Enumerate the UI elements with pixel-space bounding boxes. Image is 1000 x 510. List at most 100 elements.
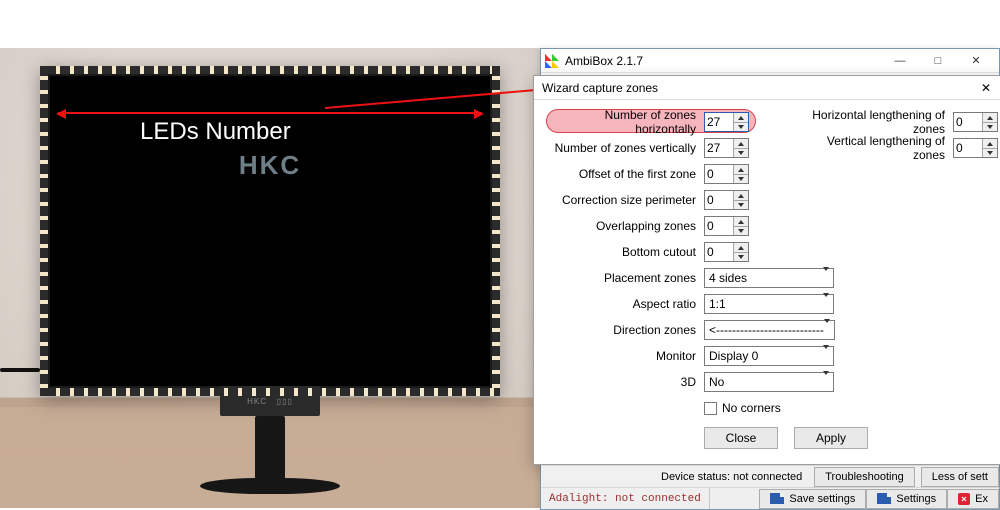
select-monitor-value: Display 0 — [709, 349, 758, 363]
select-placement[interactable]: 4 sides — [704, 268, 834, 288]
label-zones-h: Number of zones horizontally — [544, 108, 704, 136]
spin-up-icon[interactable] — [734, 243, 748, 252]
spin-up-icon[interactable] — [734, 113, 748, 122]
label-3d: 3D — [544, 375, 704, 389]
spin-down-icon[interactable] — [734, 226, 748, 235]
input-cutout[interactable] — [705, 243, 733, 261]
spinner-cutout[interactable] — [704, 242, 749, 262]
spinner-zones-h[interactable] — [704, 112, 749, 132]
save-settings-label: Save settings — [789, 493, 855, 505]
exit-label: Ex — [975, 493, 988, 505]
adalight-status: Adalight: not connected — [541, 488, 710, 509]
spinner-corr[interactable] — [704, 190, 749, 210]
label-cutout: Bottom cutout — [544, 245, 704, 259]
settings-label: Settings — [896, 493, 936, 505]
width-arrow — [58, 112, 482, 114]
close-window-button[interactable]: ✕ — [957, 50, 995, 72]
spin-down-icon[interactable] — [983, 122, 997, 131]
select-direction-value: <--------------------------- — [709, 323, 824, 337]
spin-down-icon[interactable] — [734, 174, 748, 183]
bottom-bar: Adalight: not connected Save settings Se… — [541, 487, 999, 509]
less-settings-button[interactable]: Less of sett — [921, 467, 999, 487]
disk-icon — [877, 493, 891, 504]
input-vlen[interactable] — [954, 139, 982, 157]
monitor-photo: HKC HKC ▯▯▯ LEDs Number — [0, 48, 540, 508]
checkbox-nocorners[interactable]: No corners — [704, 401, 781, 415]
app-window: AmbiBox 2.1.7 — □ ✕ Wizard capture zones… — [540, 48, 1000, 510]
spinner-hlen[interactable] — [953, 112, 998, 132]
input-overlap[interactable] — [705, 217, 733, 235]
annotation-leds-number: LEDs Number — [140, 118, 291, 146]
monitor-stand — [255, 416, 285, 486]
save-settings-button[interactable]: Save settings — [759, 489, 866, 509]
select-monitor[interactable]: Display 0 — [704, 346, 834, 366]
device-status: Device status: not connected — [661, 471, 808, 483]
chevron-down-icon — [823, 271, 829, 285]
label-corr: Correction size perimeter — [544, 193, 704, 207]
input-zones-h[interactable] — [705, 113, 733, 131]
wizard-dialog: Wizard capture zones ✕ Number of zones h… — [533, 75, 1000, 465]
select-aspect-value: 1:1 — [709, 297, 726, 311]
spinner-vlen[interactable] — [953, 138, 998, 158]
maximize-button[interactable]: □ — [919, 50, 957, 72]
monitor-brand: HKC — [50, 150, 490, 181]
label-monitor: Monitor — [544, 349, 704, 363]
cable — [0, 368, 40, 372]
input-zones-v[interactable] — [705, 139, 733, 157]
input-hlen[interactable] — [954, 113, 982, 131]
spin-down-icon[interactable] — [734, 200, 748, 209]
troubleshooting-button[interactable]: Troubleshooting — [814, 467, 914, 487]
spinner-offset[interactable] — [704, 164, 749, 184]
chevron-down-icon — [823, 349, 829, 363]
label-nocorners: No corners — [722, 401, 781, 415]
spin-up-icon[interactable] — [983, 113, 997, 122]
monitor: HKC HKC ▯▯▯ — [40, 66, 500, 396]
led-strip-right — [492, 66, 500, 396]
spin-down-icon[interactable] — [734, 122, 748, 131]
dialog-titlebar[interactable]: Wizard capture zones ✕ — [534, 76, 1000, 100]
chevron-down-icon — [823, 375, 829, 389]
spin-up-icon[interactable] — [734, 165, 748, 174]
label-vlen: Vertical lengthening of zones — [793, 134, 953, 162]
dialog-close-button[interactable]: ✕ — [972, 78, 1000, 98]
led-strip-left — [40, 66, 48, 396]
spin-up-icon[interactable] — [734, 139, 748, 148]
spin-up-icon[interactable] — [734, 217, 748, 226]
dialog-close-btn[interactable]: Close — [704, 427, 778, 449]
app-icon — [545, 54, 559, 68]
label-zones-v: Number of zones vertically — [544, 141, 704, 155]
label-overlap: Overlapping zones — [544, 219, 704, 233]
input-offset[interactable] — [705, 165, 733, 183]
label-aspect: Aspect ratio — [544, 297, 704, 311]
select-3d[interactable]: No — [704, 372, 834, 392]
label-hlen: Horizontal lengthening of zones — [793, 108, 953, 136]
spin-down-icon[interactable] — [734, 252, 748, 261]
titlebar[interactable]: AmbiBox 2.1.7 — □ ✕ — [541, 49, 999, 73]
spin-down-icon[interactable] — [983, 148, 997, 157]
checkbox-icon[interactable] — [704, 402, 717, 415]
chevron-down-icon — [823, 297, 829, 311]
dialog-apply-btn[interactable]: Apply — [794, 427, 868, 449]
minimize-button[interactable]: — — [881, 50, 919, 72]
select-3d-value: No — [709, 375, 724, 389]
input-corr[interactable] — [705, 191, 733, 209]
chevron-down-icon — [824, 323, 830, 337]
spin-up-icon[interactable] — [983, 139, 997, 148]
statusbar: Device status: not connected Troubleshoo… — [541, 465, 999, 487]
spinner-zones-v[interactable] — [704, 138, 749, 158]
label-offset: Offset of the first zone — [544, 167, 704, 181]
disk-icon — [770, 493, 784, 504]
settings-button[interactable]: Settings — [866, 489, 947, 509]
spinner-overlap[interactable] — [704, 216, 749, 236]
dialog-title: Wizard capture zones — [542, 81, 658, 95]
spin-up-icon[interactable] — [734, 191, 748, 200]
app-title: AmbiBox 2.1.7 — [565, 54, 875, 68]
select-aspect[interactable]: 1:1 — [704, 294, 834, 314]
monitor-back-label: HKC ▯▯▯ — [220, 386, 320, 416]
exit-button[interactable]: Ex — [947, 489, 999, 509]
label-direction: Direction zones — [544, 323, 704, 337]
exit-icon — [958, 493, 970, 505]
select-placement-value: 4 sides — [709, 271, 747, 285]
select-direction[interactable]: <--------------------------- — [704, 320, 835, 340]
spin-down-icon[interactable] — [734, 148, 748, 157]
